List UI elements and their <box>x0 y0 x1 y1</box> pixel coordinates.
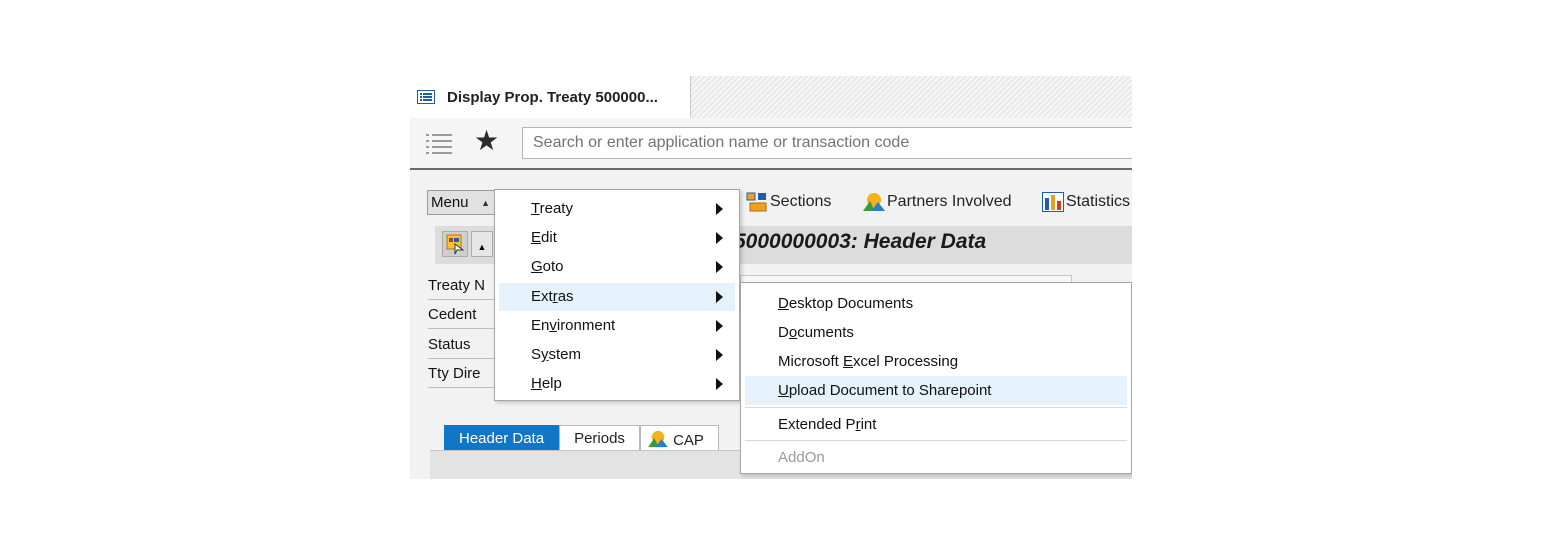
submenu-item-upload-sharepoint[interactable]: Upload Document to Sharepoint <box>745 376 1127 405</box>
menu-item-treaty[interactable]: Treaty <box>499 195 735 223</box>
search-input[interactable] <box>522 127 1132 159</box>
submenu-arrow-icon <box>716 349 723 361</box>
display-change-icon <box>446 234 465 255</box>
menu-lines-icon[interactable] <box>426 132 452 154</box>
tab-periods[interactable]: Periods <box>559 425 640 450</box>
sections-label: Sections <box>770 193 832 210</box>
menu-separator <box>745 440 1127 441</box>
submenu-item-addon: AddOn <box>778 449 825 466</box>
sap-window: Display Prop. Treaty 500000... ★ Menu ▲ … <box>410 76 1132 479</box>
submenu-arrow-icon <box>716 291 723 303</box>
submenu-item-excel-processing[interactable]: Microsoft Excel Processing <box>745 347 1127 375</box>
partners-involved-button[interactable]: Partners Involved <box>862 192 1012 212</box>
statistics-label: Statistics <box>1066 193 1131 210</box>
submenu-arrow-icon <box>716 378 723 390</box>
window-tab[interactable]: Display Prop. Treaty 500000... <box>410 76 691 118</box>
submenu-item-documents[interactable]: Documents <box>745 318 1127 346</box>
submenu-item-desktop-documents[interactable]: Desktop Documents <box>745 289 1127 317</box>
favorites-star-icon[interactable]: ★ <box>474 127 499 155</box>
window-title: Display Prop. Treaty 500000... <box>447 89 658 106</box>
menu-item-goto[interactable]: Goto <box>499 253 735 281</box>
menu-button-label: Menu <box>431 194 469 211</box>
tab-cap-label: CAP <box>673 432 704 449</box>
submenu-arrow-icon <box>716 203 723 215</box>
sections-button[interactable]: Sections <box>746 192 831 212</box>
menu-item-environment[interactable]: Environment <box>499 312 735 340</box>
statistics-icon <box>1042 192 1064 212</box>
tab-cap[interactable]: CAP <box>639 425 719 450</box>
submenu-arrow-icon <box>716 261 723 273</box>
sections-icon <box>746 192 767 212</box>
caret-up-icon: ▲ <box>481 198 490 208</box>
caret-up-icon[interactable]: ▲ <box>471 231 493 257</box>
tab-header-data[interactable]: Header Data <box>444 425 560 450</box>
submenu-item-extended-print[interactable]: Extended Print <box>745 410 1127 438</box>
shell-bar: ★ <box>410 118 1132 170</box>
menu-item-edit[interactable]: Edit <box>499 224 735 252</box>
partners-icon <box>863 193 885 211</box>
submenu-arrow-icon <box>716 320 723 332</box>
tab-strip: Header Data Periods CAP <box>444 425 719 450</box>
title-tab-bar: Display Prop. Treaty 500000... <box>410 76 1132 118</box>
list-icon <box>417 90 435 104</box>
main-menu-dropdown: Treaty Edit Goto Extras Environment Syst… <box>494 189 740 401</box>
extras-submenu: Desktop Documents Documents Microsoft Ex… <box>740 282 1132 474</box>
menu-item-extras[interactable]: Extras <box>499 283 735 311</box>
partners-involved-label: Partners Involved <box>887 193 1012 210</box>
statistics-button[interactable]: Statistics <box>1042 192 1130 212</box>
display-change-button[interactable] <box>442 231 468 257</box>
menu-separator <box>745 407 1127 408</box>
menu-item-help[interactable]: Help <box>499 370 735 398</box>
cap-icon <box>648 430 668 448</box>
submenu-arrow-icon <box>716 232 723 244</box>
page-title: r 5000000003: Header Data <box>720 230 987 253</box>
menu-item-system[interactable]: System <box>499 341 735 369</box>
menu-button[interactable]: Menu ▲ <box>427 190 495 215</box>
